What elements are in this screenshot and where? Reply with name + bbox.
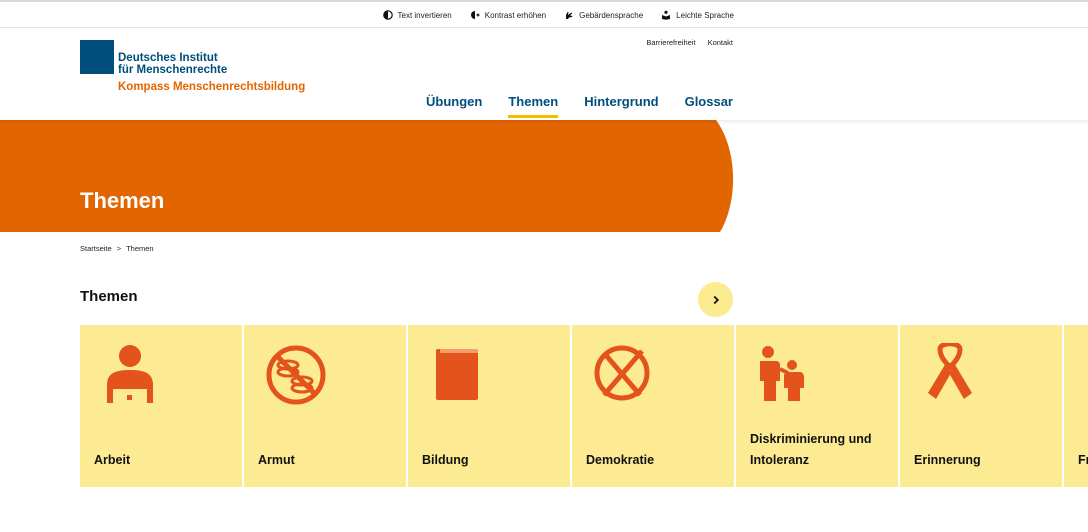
- topic-card-label: Arbeit: [94, 453, 131, 467]
- nav-item-glossar[interactable]: Glossar: [685, 94, 733, 109]
- text-invert-link[interactable]: Text invertieren: [382, 10, 452, 20]
- ballot-cross-icon: [594, 345, 650, 401]
- logo[interactable]: Deutsches Institut für Menschenrechte Ko…: [80, 40, 320, 100]
- easy-language-label: Leichte Sprache: [676, 10, 734, 20]
- topic-card-label: Bildung: [422, 453, 469, 467]
- topic-card-label: Fr: [1078, 453, 1088, 467]
- contrast-half-icon: [382, 10, 393, 20]
- sign-language-icon: [566, 12, 573, 19]
- topic-card-bildung[interactable]: Bildung: [408, 325, 570, 487]
- accessibility-links: Text invertieren Kontrast erhöhen Gebärd…: [382, 10, 734, 20]
- hero-banner: Themen: [0, 120, 734, 232]
- topic-card-erinnerung[interactable]: Erinnerung: [900, 325, 1062, 487]
- logo-square-icon: [80, 40, 114, 74]
- nav-item-themen[interactable]: Themen: [508, 94, 558, 118]
- logo-text-line1: Deutsches Institut: [118, 52, 218, 64]
- book-icon: [436, 349, 478, 400]
- logo-text-line3: Kompass Menschenrechtsbildung: [118, 81, 306, 93]
- nav-item-hintergrund[interactable]: Hintergrund: [584, 94, 658, 109]
- contrast-increase-label: Kontrast erhöhen: [484, 10, 547, 20]
- main-navigation: Übungen Themen Hintergrund Glossar: [426, 94, 733, 118]
- breadcrumb-separator: >: [116, 244, 122, 253]
- contrast-increase-link[interactable]: Kontrast erhöhen: [470, 10, 546, 20]
- topic-card-label: Diskriminierung und Intoleranz: [750, 432, 872, 467]
- easy-language-link[interactable]: Leichte Sprache: [661, 10, 734, 20]
- text-invert-label: Text invertieren: [397, 10, 452, 20]
- ribbon-icon: [928, 343, 972, 399]
- page-title: Themen: [80, 188, 165, 213]
- section-title: Themen: [80, 288, 138, 305]
- people-icon: [760, 346, 804, 401]
- accessibility-statement-link[interactable]: Barrierefreiheit: [646, 38, 695, 47]
- easy-language-icon: [662, 10, 671, 20]
- service-links: Barrierefreiheit Kontakt: [646, 38, 733, 47]
- chevron-right-icon: [713, 295, 719, 304]
- breadcrumb: Startseite > Themen: [80, 244, 154, 253]
- sign-language-label: Gebärdensprache: [579, 10, 644, 20]
- topic-card-arbeit[interactable]: Arbeit: [80, 325, 242, 487]
- accessibility-bar: Text invertieren Kontrast erhöhen Gebärd…: [0, 0, 1088, 28]
- contact-link[interactable]: Kontakt: [708, 38, 733, 47]
- topic-card-diskriminierung[interactable]: Diskriminierung und Intoleranz: [736, 325, 898, 487]
- topic-card-armut[interactable]: Armut: [244, 325, 406, 487]
- topic-card-partial[interactable]: Fr: [1064, 325, 1088, 487]
- nav-item-uebungen[interactable]: Übungen: [426, 94, 482, 109]
- worker-icon: [107, 345, 153, 403]
- topic-card-label: Erinnerung: [914, 453, 981, 467]
- logo-text-line2: für Menschenrechte: [118, 64, 228, 76]
- site-header: Deutsches Institut für Menschenrechte Ko…: [0, 28, 1088, 120]
- breadcrumb-current: Themen: [126, 244, 154, 253]
- no-money-icon: [266, 345, 326, 405]
- sign-language-link[interactable]: Gebärdensprache: [564, 10, 643, 20]
- carousel-next-button[interactable]: [698, 282, 733, 317]
- topic-card-demokratie[interactable]: Demokratie: [572, 325, 734, 487]
- topic-card-label: Armut: [258, 453, 295, 467]
- topic-card-label: Demokratie: [586, 453, 655, 467]
- breadcrumb-home-link[interactable]: Startseite: [80, 244, 112, 253]
- contrast-plus-icon: [470, 11, 480, 19]
- hero-background: [0, 120, 734, 232]
- topic-carousel: Arbeit Armut Bildung Demokratie Diskrimi…: [80, 325, 1088, 487]
